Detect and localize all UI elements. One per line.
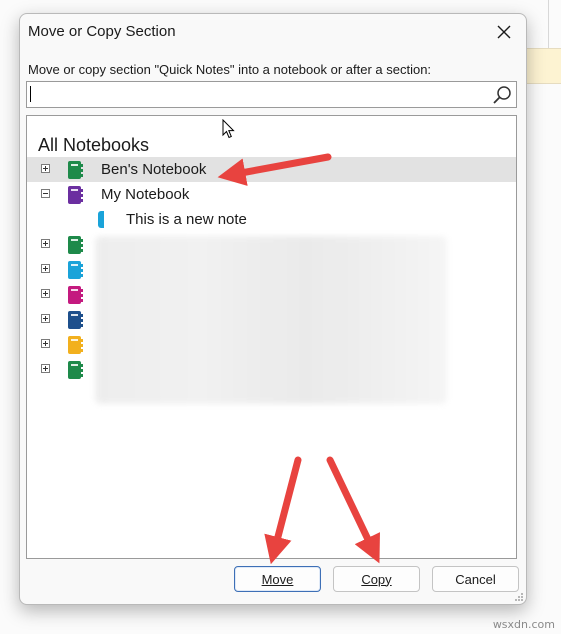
expand-icon[interactable] — [41, 264, 50, 273]
notebook-icon — [68, 236, 83, 254]
notebook-icon — [68, 311, 83, 329]
search-icon[interactable] — [491, 84, 513, 106]
copy-button[interactable]: Copy — [333, 566, 420, 592]
tree-item-section[interactable]: This is a new note — [27, 207, 516, 232]
copy-button-label: Copy — [361, 571, 392, 587]
move-button[interactable]: Move — [234, 566, 321, 592]
notebook-icon — [68, 286, 83, 304]
section-label: This is a new note — [126, 211, 247, 228]
expand-icon[interactable] — [41, 364, 50, 373]
tree-item-bens-notebook[interactable]: Ben's Notebook — [27, 157, 516, 182]
notebook-icon — [68, 361, 83, 379]
search-field[interactable] — [26, 81, 517, 109]
watermark: wsxdn.com — [492, 618, 555, 631]
notebook-label: Ben's Notebook — [101, 161, 207, 178]
notebook-label: My Notebook — [101, 186, 190, 203]
expand-icon[interactable] — [41, 239, 50, 248]
notebook-icon — [68, 161, 83, 179]
notebook-icon — [68, 186, 83, 204]
close-icon — [497, 25, 511, 39]
expand-icon[interactable] — [41, 164, 50, 173]
background-divider — [548, 0, 549, 48]
close-button[interactable] — [492, 20, 516, 44]
search-input[interactable] — [27, 82, 493, 109]
cancel-button[interactable]: Cancel — [432, 566, 519, 592]
resize-grip-icon[interactable] — [514, 592, 524, 602]
move-or-copy-dialog: Move or Copy Section Move or copy sectio… — [19, 13, 527, 605]
notebook-icon — [68, 336, 83, 354]
move-button-label: Move — [261, 571, 294, 587]
tree-header: All Notebooks — [38, 135, 150, 155]
instruction-text: Move or copy section "Quick Notes" into … — [28, 62, 432, 77]
expand-icon[interactable] — [41, 314, 50, 323]
section-tab-icon — [98, 211, 104, 228]
mouse-cursor-icon — [222, 119, 235, 139]
cancel-button-label: Cancel — [455, 571, 496, 587]
redacted-notebook-names — [95, 236, 447, 404]
notebook-tree[interactable]: All Notebooks Ben's Notebook My Notebook… — [26, 115, 517, 559]
dialog-title: Move or Copy Section — [28, 23, 176, 40]
notebook-icon — [68, 261, 83, 279]
tree-item-my-notebook[interactable]: My Notebook — [27, 182, 516, 207]
collapse-icon[interactable] — [41, 189, 50, 198]
expand-icon[interactable] — [41, 289, 50, 298]
expand-icon[interactable] — [41, 339, 50, 348]
